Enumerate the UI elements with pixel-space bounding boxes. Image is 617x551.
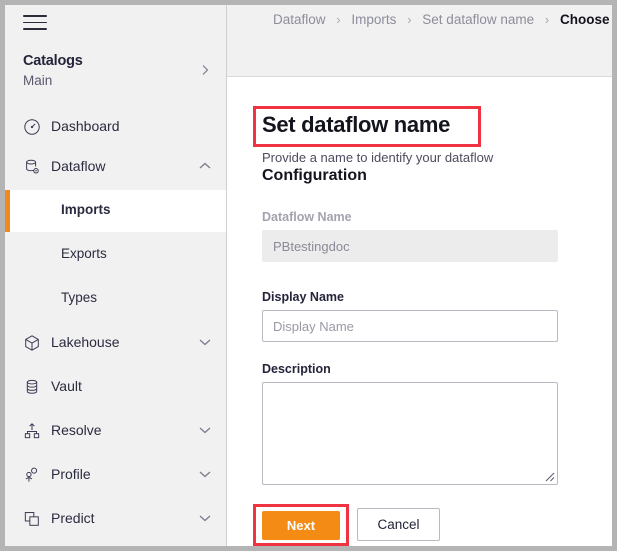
sidebar-item-dashboard[interactable]: Dashboard <box>5 105 226 149</box>
sidebar-item-profile[interactable]: Profile <box>5 453 226 497</box>
sidebar-item-lakehouse[interactable]: Lakehouse <box>5 321 226 365</box>
catalog-selector[interactable]: Catalogs Main <box>5 50 226 98</box>
display-name-label: Display Name <box>262 290 344 304</box>
breadcrumb-item-dataflow[interactable]: Dataflow <box>273 12 326 27</box>
dataflow-name-label: Dataflow Name <box>262 210 352 224</box>
sidebar-item-label: Profile <box>51 466 91 482</box>
description-label: Description <box>262 362 331 376</box>
person-icon <box>25 467 38 482</box>
app-window: Catalogs Main Dashboard Dataflow Imports… <box>0 0 617 551</box>
chevron-down-icon[interactable] <box>199 514 211 522</box>
sidebar-item-label: Dashboard <box>51 118 120 134</box>
sidebar-item-label: Vault <box>51 378 82 394</box>
breadcrumb-item-set-dataflow-name[interactable]: Set dataflow name <box>422 12 534 27</box>
chevron-up-icon[interactable] <box>199 162 211 170</box>
breadcrumb-bar: Dataflow › Imports › Set dataflow name ›… <box>227 5 612 77</box>
sidebar-subitem-label: Imports <box>61 202 111 217</box>
chevron-down-icon[interactable] <box>199 426 211 434</box>
sidebar-item-types[interactable]: Types <box>5 278 226 320</box>
sidebar-item-predict[interactable]: Predict <box>5 497 226 541</box>
chevron-down-icon[interactable] <box>199 338 211 346</box>
sidebar-item-label: Dataflow <box>51 158 106 174</box>
database-gear-icon <box>26 159 39 174</box>
sidebar-subitem-label: Types <box>61 290 98 305</box>
active-indicator-bar <box>5 190 10 232</box>
breadcrumb-item-choose-connection: Choose conn <box>560 12 612 27</box>
section-title: Configuration <box>262 167 367 184</box>
catalog-subtitle: Main <box>23 73 53 88</box>
cancel-button[interactable]: Cancel <box>357 508 440 541</box>
hamburger-menu-icon[interactable] <box>23 15 49 35</box>
sidebar-item-imports[interactable]: Imports <box>5 190 226 232</box>
page-subtitle: Provide a name to identify your dataflow <box>262 150 494 165</box>
breadcrumb-item-imports[interactable]: Imports <box>351 12 396 27</box>
breadcrumb: Dataflow › Imports › Set dataflow name ›… <box>273 12 612 27</box>
cube-icon <box>25 335 39 351</box>
sidebar-item-vault[interactable]: Vault <box>5 365 226 409</box>
description-textarea[interactable] <box>262 382 558 485</box>
layers-icon <box>24 512 39 526</box>
catalog-title: Catalogs <box>23 53 83 69</box>
gauge-icon <box>24 119 40 135</box>
dataflow-name-input <box>262 230 558 262</box>
sidebar-item-label: Resolve <box>51 422 102 438</box>
disks-icon <box>26 379 38 394</box>
sidebar-item-label: Predict <box>51 510 95 526</box>
sidebar-subitem-label: Exports <box>61 246 107 261</box>
breadcrumb-separator-icon: › <box>544 12 550 27</box>
sidebar-item-label: Lakehouse <box>51 334 120 350</box>
sidebar-item-dataflow[interactable]: Dataflow <box>5 145 226 189</box>
breadcrumb-separator-icon: › <box>336 12 341 27</box>
sidebar-item-resolve[interactable]: Resolve <box>5 409 226 453</box>
chevron-down-icon[interactable] <box>199 470 211 478</box>
chevron-right-icon <box>202 65 209 75</box>
page-title: Set dataflow name <box>262 112 451 137</box>
sidebar-item-exports[interactable]: Exports <box>5 234 226 276</box>
main-content: Set dataflow name Provide a name to iden… <box>227 77 612 546</box>
breadcrumb-separator-icon: › <box>407 12 412 27</box>
display-name-input[interactable] <box>262 310 558 342</box>
next-button[interactable]: Next <box>262 511 340 540</box>
sidebar: Catalogs Main Dashboard Dataflow Imports… <box>5 5 227 546</box>
merge-icon <box>24 423 40 439</box>
